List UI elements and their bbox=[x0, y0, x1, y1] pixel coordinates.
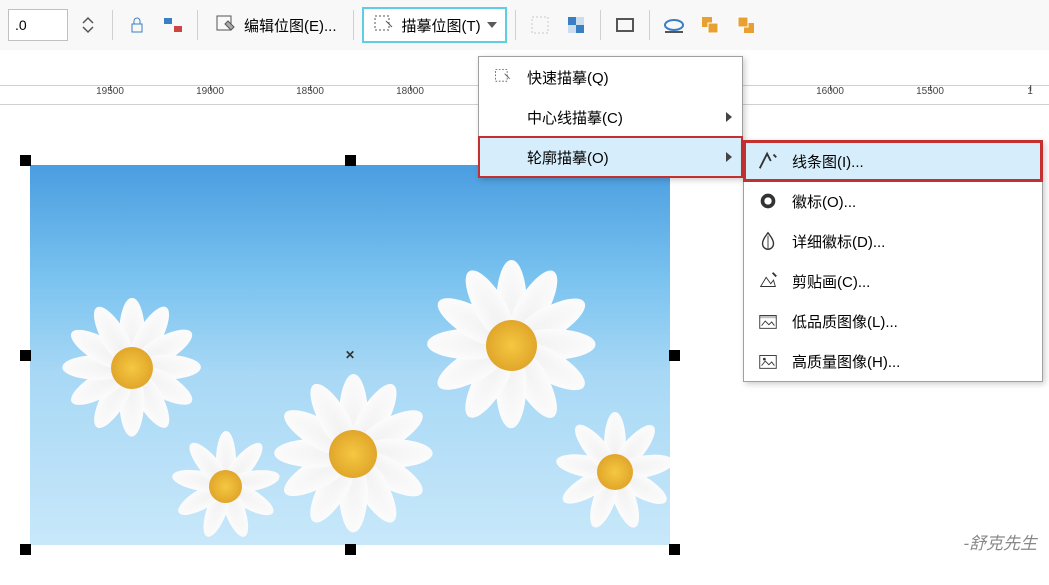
shape-front-icon[interactable] bbox=[694, 9, 726, 41]
rectangle-icon[interactable] bbox=[609, 9, 641, 41]
menu-quick-trace[interactable]: 快速描摹(Q) bbox=[479, 57, 742, 97]
selection-center-icon: ✕ bbox=[345, 348, 355, 362]
submenu-high-quality[interactable]: 高质量图像(H)... bbox=[744, 341, 1042, 381]
value-input[interactable] bbox=[8, 9, 68, 41]
submenu-arrow-icon bbox=[726, 152, 732, 162]
wrap-icon[interactable] bbox=[658, 9, 690, 41]
submenu-logo[interactable]: 徽标(O)... bbox=[744, 181, 1042, 221]
quick-trace-icon bbox=[491, 65, 515, 89]
outline-trace-submenu: 线条图(I)... 徽标(O)... 详细徽标(D)... 剪贴画(C)... … bbox=[743, 140, 1043, 382]
menu-outline-trace[interactable]: 轮廓描摹(O) bbox=[479, 137, 742, 177]
submenu-low-quality[interactable]: 低品质图像(L)... bbox=[744, 301, 1042, 341]
menu-item-label: 高质量图像(H)... bbox=[792, 351, 900, 372]
detailed-logo-icon bbox=[756, 229, 780, 253]
selection-handle[interactable] bbox=[669, 350, 680, 361]
chevron-down-icon bbox=[487, 22, 497, 28]
transparency-icon[interactable] bbox=[560, 9, 592, 41]
menu-item-label: 低品质图像(L)... bbox=[792, 311, 898, 332]
submenu-line-art[interactable]: 线条图(I)... bbox=[744, 141, 1042, 181]
menu-item-label: 中心线描摹(C) bbox=[527, 107, 623, 128]
clipart-icon bbox=[756, 269, 780, 293]
menu-item-label: 详细徽标(D)... bbox=[792, 231, 885, 252]
shape-back-icon[interactable] bbox=[730, 9, 762, 41]
spinner-up-down[interactable] bbox=[72, 9, 104, 41]
selection-handle[interactable] bbox=[20, 155, 31, 166]
crop-tool-icon bbox=[524, 9, 556, 41]
toolbar: 编辑位图(E)... 描摹位图(T) bbox=[0, 0, 1049, 50]
selected-image[interactable]: ✕ bbox=[30, 165, 670, 545]
selection-handle[interactable] bbox=[20, 350, 31, 361]
selection-handle[interactable] bbox=[345, 155, 356, 166]
selection-handle[interactable] bbox=[20, 544, 31, 555]
trace-bitmap-menu: 快速描摹(Q) 中心线描摹(C) 轮廓描摹(O) bbox=[478, 56, 743, 178]
submenu-clipart[interactable]: 剪贴画(C)... bbox=[744, 261, 1042, 301]
low-quality-icon bbox=[756, 309, 780, 333]
lock-icon[interactable] bbox=[121, 9, 153, 41]
trace-bitmap-label: 描摹位图(T) bbox=[402, 15, 481, 36]
selection-handle[interactable] bbox=[669, 544, 680, 555]
high-quality-icon bbox=[756, 349, 780, 373]
menu-item-label: 快速描摹(Q) bbox=[527, 67, 609, 88]
watermark: -舒克先生 bbox=[963, 529, 1037, 554]
selection-handle[interactable] bbox=[345, 544, 356, 555]
submenu-detailed-logo[interactable]: 详细徽标(D)... bbox=[744, 221, 1042, 261]
line-art-icon bbox=[756, 149, 780, 173]
menu-item-label: 轮廓描摹(O) bbox=[527, 147, 609, 168]
logo-icon bbox=[756, 189, 780, 213]
align-icon[interactable] bbox=[157, 9, 189, 41]
edit-bitmap-label: 编辑位图(E)... bbox=[244, 15, 337, 36]
menu-item-label: 徽标(O)... bbox=[792, 191, 856, 212]
edit-bitmap-button[interactable]: 编辑位图(E)... bbox=[206, 9, 345, 41]
menu-item-label: 剪贴画(C)... bbox=[792, 271, 870, 292]
menu-item-label: 线条图(I)... bbox=[792, 151, 864, 172]
trace-bitmap-dropdown[interactable]: 描摹位图(T) bbox=[362, 7, 507, 43]
menu-centerline-trace[interactable]: 中心线描摹(C) bbox=[479, 97, 742, 137]
submenu-arrow-icon bbox=[726, 112, 732, 122]
